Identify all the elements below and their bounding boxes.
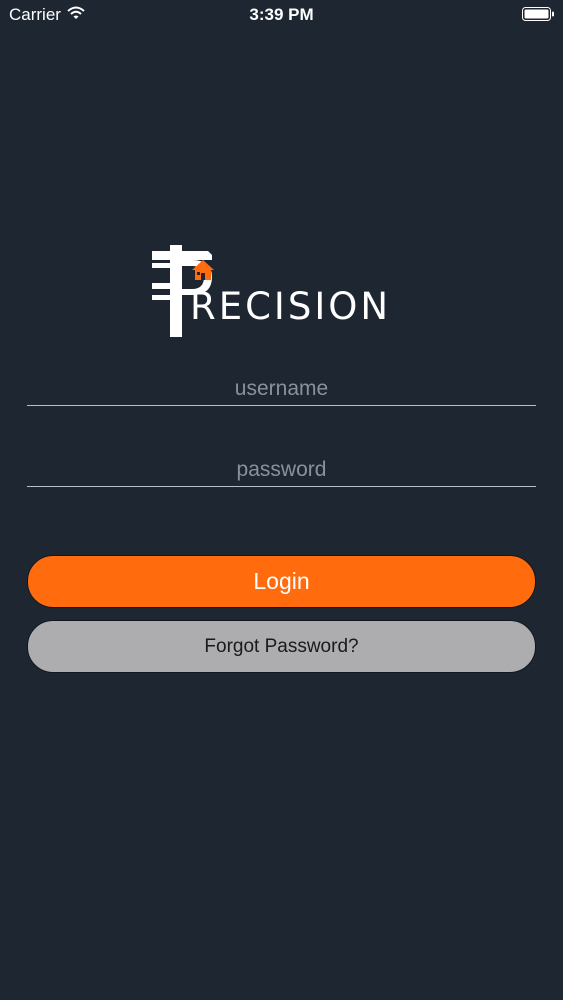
precision-logo: RECISION (150, 243, 412, 339)
login-button[interactable]: Login (27, 555, 536, 608)
password-field[interactable] (27, 446, 536, 487)
username-field[interactable] (27, 365, 536, 406)
battery-icon (522, 7, 555, 21)
status-time: 3:39 PM (249, 5, 314, 24)
status-bar: Carrier 3:39 PM (0, 0, 563, 30)
forgot-password-button[interactable]: Forgot Password? (27, 620, 536, 673)
username-input[interactable] (27, 375, 536, 403)
logo-wordmark: RECISION (190, 285, 392, 328)
password-input[interactable] (27, 456, 536, 484)
